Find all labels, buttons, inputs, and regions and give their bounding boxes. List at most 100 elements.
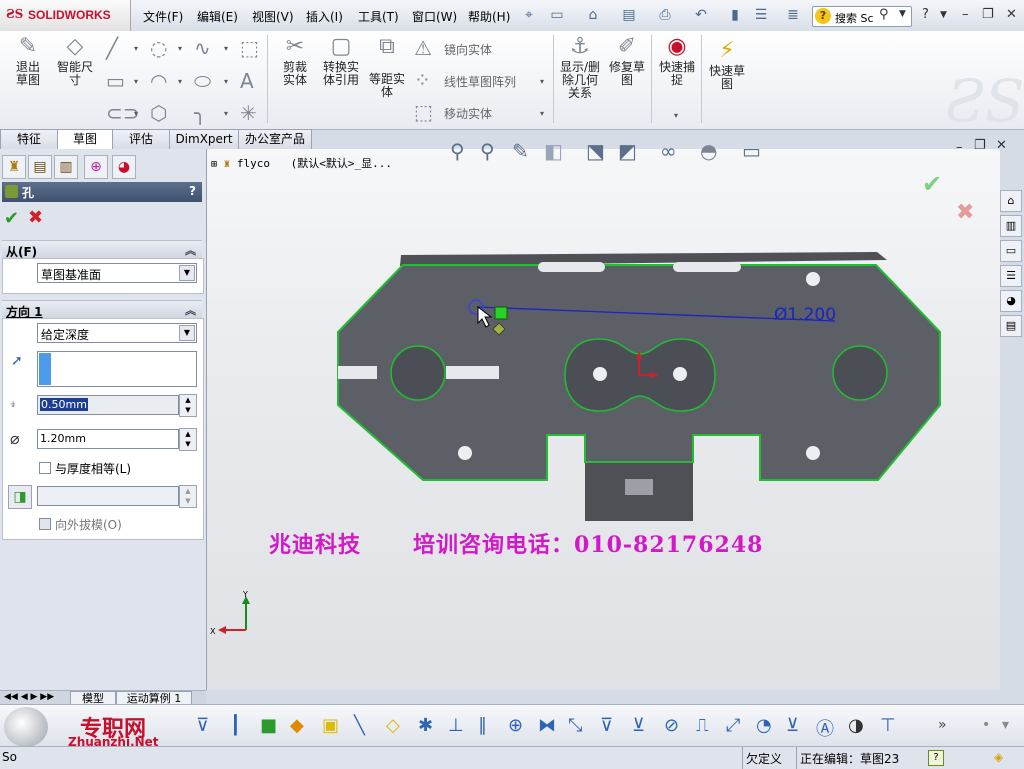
coradial-relation-icon[interactable]: ⊘ (664, 715, 679, 736)
fillet-chevron-icon[interactable]: ▾ (224, 109, 228, 118)
slot-chevron-icon[interactable]: ▾ (134, 109, 138, 118)
move-chevron-icon[interactable]: ▾ (540, 109, 544, 118)
spline-icon[interactable]: ∿ (194, 36, 211, 60)
parallel-relation-icon[interactable]: ∥ (478, 715, 487, 736)
minimize-icon[interactable]: – (962, 7, 969, 22)
property-manager-icon[interactable]: ▤ (28, 155, 52, 179)
point-icon[interactable]: ✳ (240, 101, 257, 125)
radial-dimension-icon[interactable]: ◔ (756, 715, 772, 736)
undo-icon[interactable]: ↶ (692, 6, 710, 24)
menu-window[interactable]: 窗口(W) (412, 8, 457, 25)
draft-angle-field[interactable] (37, 486, 179, 506)
tab-sketch[interactable]: 草图 (57, 129, 113, 150)
configuration-manager-icon[interactable]: ▥ (54, 155, 78, 179)
overflow-chevron-icon[interactable]: » (938, 717, 947, 733)
ellipse-icon[interactable]: ⬭ (194, 69, 211, 93)
save-icon[interactable]: ▤ (620, 6, 638, 24)
move-entities-label[interactable]: 移动实体 (444, 105, 492, 122)
file-properties-icon[interactable]: ≣ (784, 6, 802, 24)
horizontal-dimension-icon[interactable]: ⤢ (726, 715, 740, 736)
intersection-relation-icon[interactable]: ╲ (354, 715, 365, 736)
cancel-x-icon[interactable]: ✖ (28, 207, 43, 228)
view-palette-icon[interactable]: ☰ (1000, 265, 1022, 287)
fix-relation-icon[interactable]: ⊽ (196, 715, 209, 736)
rebuild-icon[interactable]: ▮ (726, 6, 744, 24)
menu-help[interactable]: 帮助(H) (468, 8, 510, 25)
linear-pattern-label[interactable]: 线性草图阵列 (444, 73, 516, 90)
tab-office-products[interactable]: 办公室产品 (238, 129, 312, 149)
from-select[interactable]: 草图基准面 ▼ (37, 263, 197, 283)
smart-dimension-button[interactable]: ◇ 智能尺寸 (52, 35, 98, 87)
arc-icon[interactable]: ◠ (150, 69, 167, 93)
dot-handle-icon[interactable]: • (982, 717, 990, 733)
tab-evaluate[interactable]: 评估 (112, 129, 170, 149)
midpoint-relation-icon[interactable]: ◆ (290, 715, 304, 736)
pin-icon[interactable]: ⌖ (520, 6, 538, 24)
first-tab-icon[interactable]: ◀◀ ◀ ▶ ▶▶ (4, 692, 54, 702)
print-icon[interactable]: ⎙ (656, 6, 674, 24)
end-condition-select[interactable]: 给定深度 ▼ (37, 323, 197, 343)
menu-insert[interactable]: 插入(I) (306, 8, 343, 25)
show-relations-button[interactable]: ⚓ 显示/删除几何关系 (556, 35, 604, 100)
text-tool-icon[interactable]: A (240, 69, 254, 93)
help-icon[interactable]: ? (189, 184, 196, 198)
rectangle-icon[interactable]: ▭ (106, 69, 125, 93)
mirror-icon[interactable]: ⚠ (414, 36, 432, 60)
trim-button[interactable]: ✂ 剪裁实体 (272, 35, 318, 87)
vertical-relation-icon[interactable]: ┃ (230, 715, 241, 736)
draft-toggle-button[interactable]: ◨ (8, 485, 32, 509)
tangent-relation-icon[interactable]: ◇ (386, 715, 400, 736)
search-magnifier-icon[interactable]: ⚲ (879, 7, 889, 22)
options-icon[interactable]: ☰ (752, 6, 770, 24)
line-chevron-icon[interactable]: ▾ (134, 44, 138, 53)
close-icon[interactable]: ✕ (1006, 7, 1017, 22)
polygon-icon[interactable]: ⬡ (150, 101, 167, 125)
menu-view[interactable]: 视图(V) (252, 8, 294, 25)
quick-snaps-button[interactable]: ◉ 快速捕捉 (654, 35, 700, 87)
chevron-down-icon[interactable]: ▼ (179, 265, 195, 281)
feature-tree-icon[interactable]: ♜ (2, 155, 26, 179)
collinear-relation-icon[interactable]: ⤡ (568, 715, 582, 736)
mirror-label[interactable]: 镜向实体 (444, 41, 492, 58)
spline-chevron-icon[interactable]: ▾ (224, 44, 228, 53)
from-section-header[interactable]: 从(F) ︽ (2, 240, 202, 259)
menu-file[interactable]: 文件(F) (143, 8, 183, 25)
ellipse-chevron-icon[interactable]: ▾ (224, 77, 228, 86)
fillet-icon[interactable]: ╮ (194, 101, 206, 125)
merge-relation-icon[interactable]: ▣ (322, 715, 339, 736)
line-icon[interactable]: ╱ (106, 36, 118, 60)
vertical-dimension-icon[interactable]: ⊻ (786, 715, 799, 736)
design-library-icon[interactable]: ▥ (1000, 215, 1022, 237)
new-document-icon[interactable]: ▭ (548, 6, 566, 24)
point-relation-icon[interactable]: ✱ (418, 715, 433, 736)
direction-selection-box[interactable] (37, 351, 197, 387)
rectangle-chevron-icon[interactable]: ▾ (134, 77, 138, 86)
linear-pattern-chevron-icon[interactable]: ▾ (540, 77, 544, 86)
quick-snaps-chevron-icon[interactable]: ▾ (674, 111, 678, 120)
display-manager-icon[interactable]: ◕ (112, 155, 136, 179)
convert-entities-button[interactable]: ▢ 转换实体引用 (318, 35, 364, 87)
depth-spinner[interactable]: ▲ ▼ (179, 394, 197, 417)
annotation-icon[interactable]: Ⓐ (816, 715, 834, 741)
coincident-relation-icon[interactable]: ■ (260, 715, 277, 736)
custom-properties-icon[interactable]: ▤ (1000, 315, 1022, 337)
sketch-point-handle[interactable] (494, 306, 508, 320)
tab-features[interactable]: 特征 (0, 129, 58, 149)
draft-spinner[interactable]: ▲ ▼ (179, 485, 197, 508)
circle-chevron-icon[interactable]: ▾ (178, 44, 182, 53)
dimxpert-manager-icon[interactable]: ⊕ (84, 155, 108, 179)
equal-relation-icon[interactable]: ⧓ (538, 715, 556, 736)
display-icon[interactable]: ◑ (848, 715, 864, 736)
offset-entities-button[interactable]: ⧉ 等距实体 (364, 35, 410, 99)
solidworks-logo[interactable]: ƧS SOLIDWORKS (0, 0, 131, 31)
linear-pattern-icon[interactable]: ⁘ (414, 68, 431, 92)
collapse-icon[interactable]: ︽ (185, 242, 196, 258)
file-explorer-icon[interactable]: ▭ (1000, 240, 1022, 262)
solidworks-resources-icon[interactable]: ⌂ (1000, 190, 1022, 212)
horizontal-relation-icon[interactable]: ⊽ (600, 715, 613, 736)
diameter-field[interactable]: 1.20mm (37, 429, 179, 449)
move-entities-icon[interactable]: ⬚ (414, 100, 433, 124)
model-view[interactable]: Ø1.200 (207, 149, 1000, 690)
chevron-down-icon[interactable]: ▼ (179, 325, 195, 341)
rapid-sketch-button[interactable]: ⚡ 快速草图 (704, 39, 750, 91)
